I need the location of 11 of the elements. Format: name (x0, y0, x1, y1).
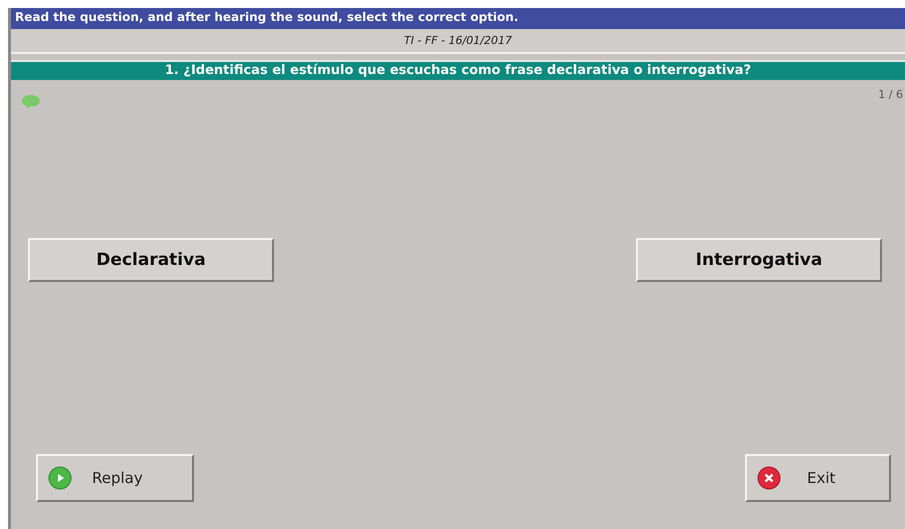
footer-button[interactable]: Exit (745, 454, 891, 502)
question-text: 1. ¿Identificas el estímulo que escuchas como frase declarativa o interrogativa? (11, 60, 905, 80)
play-icon (48, 466, 72, 490)
footer-button[interactable]: Replay (36, 454, 194, 502)
answer-option-button[interactable]: Declarativa (28, 238, 274, 282)
close-icon (757, 466, 781, 490)
session-label: TI - FF - 16/01/2017 (11, 30, 905, 54)
speech-bubble-icon (21, 94, 41, 110)
question-counter: 1 / 6 (878, 88, 903, 101)
answer-option-button[interactable]: Interrogativa (636, 238, 882, 282)
window-title: Read the question, and after hearing the sound, select the correct option. (11, 8, 905, 29)
